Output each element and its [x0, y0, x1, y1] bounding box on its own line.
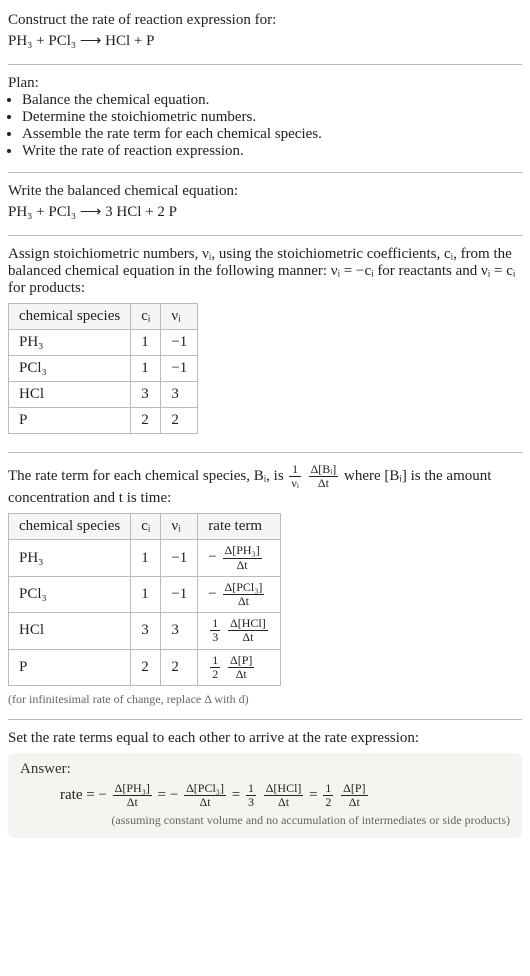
stoich-intro: Assign stoichiometric numbers, νᵢ, using… [8, 246, 522, 297]
equals: = [158, 787, 170, 803]
cell-rate: − Δ[PH₃]Δt [198, 540, 280, 576]
cell-c: 1 [131, 540, 161, 576]
stoich-table: chemical species cᵢ νᵢ PH₃ 1 −1 PCl₃ 1 −… [8, 303, 198, 434]
table-row: PH₃ 1 −1 − Δ[PH₃]Δt [9, 540, 281, 576]
col-c: cᵢ [131, 304, 161, 330]
col-v: νᵢ [161, 304, 198, 330]
cell-c: 2 [131, 649, 161, 685]
term-frac: Δ[P]Δt [341, 782, 367, 809]
table-row: P 2 2 12 Δ[P]Δt [9, 649, 281, 685]
stoich-section: Assign stoichiometric numbers, νᵢ, using… [8, 242, 522, 450]
delta-frac: Δ[P]Δt [228, 654, 254, 681]
table-row: P 2 2 [9, 408, 198, 434]
cell-c: 1 [131, 330, 161, 356]
cell-species: PCl₃ [9, 576, 131, 612]
rateterm-caption: (for infinitesimal rate of change, repla… [8, 692, 522, 707]
answer-label: Answer: [20, 761, 510, 778]
cell-v: −1 [161, 356, 198, 382]
plan-item: Assemble the rate term for each chemical… [22, 126, 522, 143]
rateterm-intro-pre: The rate term for each chemical species,… [8, 468, 287, 484]
cell-v: −1 [161, 540, 198, 576]
term-frac: Δ[PCl₃]Δt [184, 782, 226, 809]
term-frac: Δ[HCl]Δt [264, 782, 304, 809]
unbalanced-equation: PH₃ + PCl₃ ⟶ HCl + P [8, 29, 522, 52]
coef-frac: 12 [210, 654, 220, 681]
balanced-equation: PH₃ + PCl₃ ⟶ 3 HCl + 2 P [8, 200, 522, 223]
table-header-row: chemical species cᵢ νᵢ rate term [9, 514, 281, 540]
divider [8, 172, 522, 173]
cell-rate: − Δ[PCl₃]Δt [198, 576, 280, 612]
cell-species: PCl₃ [9, 356, 131, 382]
coef-frac: 13 [246, 782, 256, 809]
cell-c: 3 [131, 382, 161, 408]
balanced-section: Write the balanced chemical equation: PH… [8, 179, 522, 233]
divider [8, 719, 522, 720]
plan-item: Balance the chemical equation. [22, 92, 522, 109]
table-row: HCl 3 3 13 Δ[HCl]Δt [9, 613, 281, 649]
intro-section: Construct the rate of reaction expressio… [8, 8, 522, 62]
plan-list: Balance the chemical equation. Determine… [8, 92, 522, 160]
sign: − [208, 550, 216, 566]
cell-v: 3 [161, 613, 198, 649]
cell-c: 1 [131, 356, 161, 382]
col-v: νᵢ [161, 514, 198, 540]
table-row: PCl₃ 1 −1 [9, 356, 198, 382]
col-rate: rate term [198, 514, 280, 540]
delta-frac: Δ[HCl]Δt [228, 617, 268, 644]
rate-expression: rate = − Δ[PH₃]Δt = − Δ[PCl₃]Δt = 13 Δ[H… [20, 782, 510, 809]
cell-c: 3 [131, 613, 161, 649]
final-intro: Set the rate terms equal to each other t… [8, 730, 522, 747]
table-row: PH₃ 1 −1 [9, 330, 198, 356]
rateterm-intro: The rate term for each chemical species,… [8, 463, 522, 507]
cell-v: 2 [161, 408, 198, 434]
cell-species: HCl [9, 382, 131, 408]
table-header-row: chemical species cᵢ νᵢ [9, 304, 198, 330]
plan-item: Determine the stoichiometric numbers. [22, 109, 522, 126]
term-frac: Δ[PH₃]Δt [113, 782, 152, 809]
cell-species: P [9, 408, 131, 434]
plan-item: Write the rate of reaction expression. [22, 143, 522, 160]
sign: − [208, 586, 216, 602]
answer-box: Answer: rate = − Δ[PH₃]Δt = − Δ[PCl₃]Δt … [8, 753, 522, 838]
minus: − [170, 787, 178, 803]
general-coef-frac: 1νᵢ [289, 463, 300, 490]
cell-species: PH₃ [9, 540, 131, 576]
cell-species: HCl [9, 613, 131, 649]
cell-c: 1 [131, 576, 161, 612]
cell-v: −1 [161, 576, 198, 612]
table-row: HCl 3 3 [9, 382, 198, 408]
plan-section: Plan: Balance the chemical equation. Det… [8, 71, 522, 170]
answer-note: (assuming constant volume and no accumul… [20, 813, 510, 828]
cell-species: PH₃ [9, 330, 131, 356]
table-row: PCl₃ 1 −1 − Δ[PCl₃]Δt [9, 576, 281, 612]
equals: = [309, 787, 321, 803]
minus: − [98, 787, 106, 803]
col-species: chemical species [9, 514, 131, 540]
cell-c: 2 [131, 408, 161, 434]
plan-title: Plan: [8, 75, 522, 92]
coef-frac: 13 [210, 617, 220, 644]
delta-frac: Δ[PCl₃]Δt [223, 581, 265, 608]
divider [8, 64, 522, 65]
cell-v: 2 [161, 649, 198, 685]
divider [8, 452, 522, 453]
cell-v: 3 [161, 382, 198, 408]
rateterm-section: The rate term for each chemical species,… [8, 459, 522, 717]
intro-title: Construct the rate of reaction expressio… [8, 12, 522, 29]
general-delta-frac: Δ[Bᵢ]Δt [309, 463, 339, 490]
col-species: chemical species [9, 304, 131, 330]
equals: = [232, 787, 244, 803]
delta-frac: Δ[PH₃]Δt [223, 544, 262, 571]
final-section: Set the rate terms equal to each other t… [8, 726, 522, 848]
balanced-title: Write the balanced chemical equation: [8, 183, 522, 200]
cell-rate: 12 Δ[P]Δt [198, 649, 280, 685]
divider [8, 235, 522, 236]
coef-frac: 12 [323, 782, 333, 809]
cell-rate: 13 Δ[HCl]Δt [198, 613, 280, 649]
rate-label: rate = [60, 787, 98, 803]
cell-v: −1 [161, 330, 198, 356]
cell-species: P [9, 649, 131, 685]
col-c: cᵢ [131, 514, 161, 540]
rateterm-table: chemical species cᵢ νᵢ rate term PH₃ 1 −… [8, 513, 281, 686]
